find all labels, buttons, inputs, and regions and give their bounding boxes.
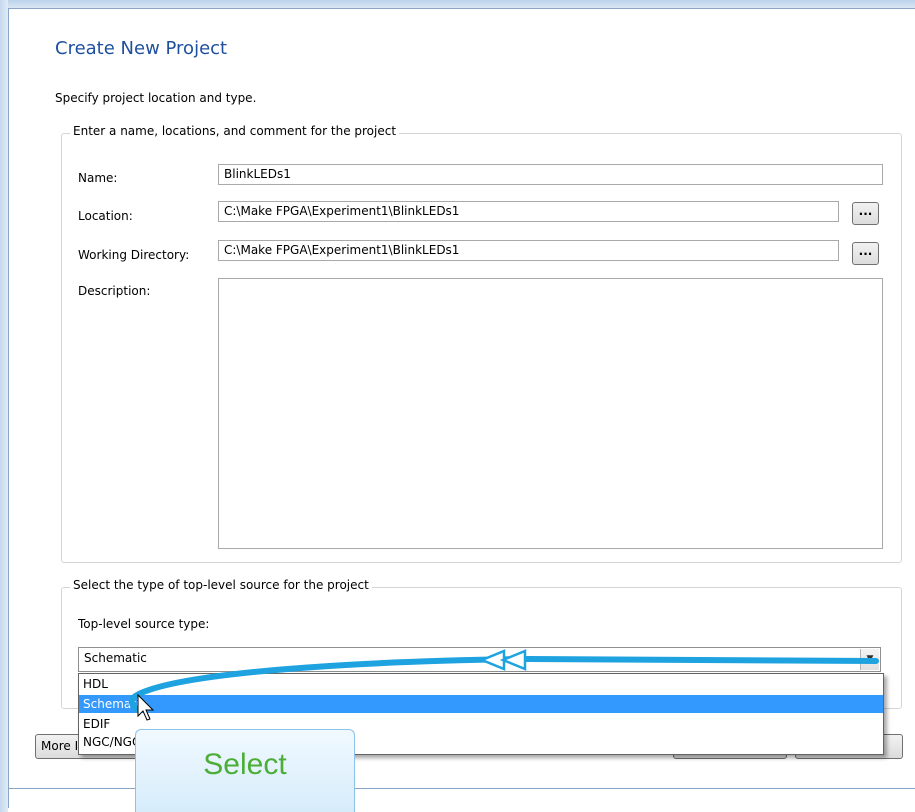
source-type-label: Top-level source type: — [78, 617, 210, 631]
select-callout: Select — [135, 729, 355, 812]
location-browse-button[interactable]: ... — [852, 202, 879, 225]
dropdown-option-hdl[interactable]: HDL — [79, 675, 883, 693]
location-label: Location: — [78, 209, 133, 223]
working-directory-input[interactable]: C:\Make FPGA\Experiment1\BlinkLEDs1 — [218, 240, 839, 261]
window-left-edge — [8, 8, 9, 808]
working-directory-label: Working Directory: — [78, 248, 190, 262]
name-label: Name: — [78, 171, 118, 185]
screen: Create New Project Specify project locat… — [0, 0, 915, 812]
location-input[interactable]: C:\Make FPGA\Experiment1\BlinkLEDs1 — [218, 201, 839, 222]
window-top-edge — [8, 8, 915, 9]
project-details-legend: Enter a name, locations, and comment for… — [70, 124, 400, 138]
description-textarea[interactable] — [218, 278, 883, 549]
chevron-down-icon[interactable]: ▼ — [860, 649, 879, 670]
source-type-selected-value: Schematic — [84, 651, 147, 665]
window-left-frame — [0, 0, 8, 812]
select-callout-text: Select — [203, 748, 287, 781]
dropdown-option-schematic[interactable]: Schematic — [79, 695, 883, 713]
source-type-legend: Select the type of top-level source for … — [70, 578, 372, 592]
dialog-subtitle: Specify project location and type. — [55, 91, 257, 105]
dialog-title: Create New Project — [55, 38, 228, 59]
window-top-frame — [0, 0, 915, 8]
working-directory-browse-button[interactable]: ... — [852, 242, 879, 265]
description-label: Description: — [78, 284, 151, 298]
name-input[interactable]: BlinkLEDs1 — [218, 164, 883, 185]
source-type-combobox[interactable]: Schematic ▼ — [78, 647, 881, 672]
